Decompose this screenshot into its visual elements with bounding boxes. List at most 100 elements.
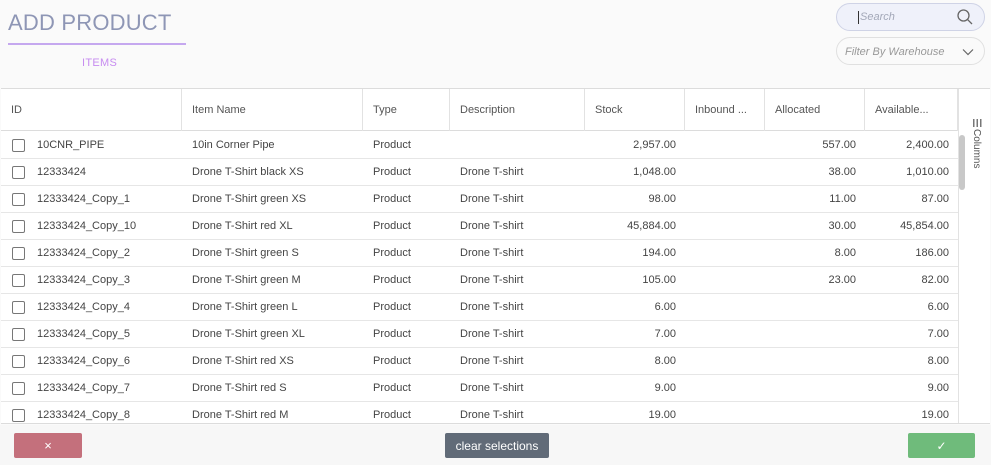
cell-description: Drone T-shirt bbox=[460, 409, 524, 421]
cell-type: Product bbox=[373, 247, 411, 259]
search-icon[interactable] bbox=[956, 8, 974, 26]
row-checkbox[interactable] bbox=[12, 220, 25, 233]
cell-allocated bbox=[765, 294, 865, 321]
row-checkbox[interactable] bbox=[12, 247, 25, 260]
row-checkbox[interactable] bbox=[12, 274, 25, 287]
cell-type: Product bbox=[373, 193, 411, 205]
title-underline bbox=[8, 43, 186, 45]
cell-available: 7.00 bbox=[927, 328, 949, 340]
cell-id: 12333424_Copy_10 bbox=[37, 220, 137, 232]
columns-icon[interactable] bbox=[973, 119, 982, 127]
cell-available: 87.00 bbox=[921, 193, 949, 205]
cell-id: 12333424_Copy_4 bbox=[37, 301, 130, 313]
cell-allocated bbox=[765, 321, 865, 348]
cell-available: 19.00 bbox=[921, 409, 949, 421]
cell-id: 12333424_Copy_8 bbox=[37, 409, 130, 421]
warehouse-filter-select[interactable]: Filter By Warehouse bbox=[836, 37, 985, 65]
cell-description: Drone T-shirt bbox=[460, 328, 524, 340]
cell-stock: 45,884.00 bbox=[627, 220, 676, 232]
cell-type: Product bbox=[373, 139, 411, 151]
table-row[interactable]: 12333424_Copy_3 Drone T-Shirt green M Prod… bbox=[1, 267, 958, 294]
table-row[interactable]: 12333424_Copy_2 Drone T-Shirt green S Prod… bbox=[1, 240, 958, 267]
table-row[interactable]: 12333424_Copy_1 Drone T-Shirt green XS Pro… bbox=[1, 186, 958, 213]
cell-stock: 105.00 bbox=[642, 274, 676, 286]
search-input[interactable] bbox=[857, 8, 957, 26]
row-checkbox[interactable] bbox=[12, 193, 25, 206]
vertical-scrollbar[interactable] bbox=[959, 135, 965, 190]
column-header-id[interactable]: ID bbox=[1, 89, 182, 131]
search-box[interactable] bbox=[836, 3, 985, 31]
page-title: ADD PRODUCT bbox=[8, 10, 172, 35]
cell-stock: 194.00 bbox=[642, 247, 676, 259]
table-row[interactable]: 12333424_Copy_4 Drone T-Shirt green L Prod… bbox=[1, 294, 958, 321]
row-checkbox[interactable] bbox=[12, 301, 25, 314]
cancel-button[interactable]: × bbox=[14, 433, 82, 458]
table-row[interactable]: 10CNR_PIPE 10in Corner Pipe Product 2,957.0… bbox=[1, 132, 958, 159]
table-row[interactable]: 12333424_Copy_10 Drone T-Shirt red XL Prod… bbox=[1, 213, 958, 240]
cell-inbound bbox=[685, 240, 765, 267]
chevron-down-icon[interactable] bbox=[961, 45, 975, 59]
cell-name: Drone T-Shirt red XL bbox=[192, 220, 293, 232]
row-checkbox[interactable] bbox=[12, 166, 25, 179]
cell-type: Product bbox=[373, 328, 411, 340]
cell-description: Drone T-shirt bbox=[460, 193, 524, 205]
row-checkbox[interactable] bbox=[12, 139, 25, 152]
cell-inbound bbox=[685, 213, 765, 240]
cell-description bbox=[460, 132, 585, 159]
table-row[interactable]: 12333424_Copy_6 Drone T-Shirt red XS Produ… bbox=[1, 348, 958, 375]
column-header-available[interactable]: Available... bbox=[865, 89, 958, 131]
column-header-stock[interactable]: Stock bbox=[585, 89, 685, 131]
cell-allocated bbox=[765, 402, 865, 423]
cell-available: 186.00 bbox=[915, 247, 949, 259]
cell-description: Drone T-shirt bbox=[460, 274, 524, 286]
cell-available: 8.00 bbox=[927, 355, 949, 367]
cell-inbound bbox=[685, 132, 765, 159]
cell-id: 12333424_Copy_3 bbox=[37, 274, 130, 286]
cell-name: Drone T-Shirt green XL bbox=[192, 328, 305, 340]
column-header-allocated[interactable]: Allocated bbox=[765, 89, 865, 131]
cell-id: 12333424_Copy_6 bbox=[37, 355, 130, 367]
cell-type: Product bbox=[373, 166, 411, 178]
tab-items[interactable]: ITEMS bbox=[82, 57, 117, 69]
cell-inbound bbox=[685, 348, 765, 375]
cell-allocated: 23.00 bbox=[828, 274, 856, 286]
confirm-button[interactable]: ✓ bbox=[908, 433, 975, 458]
cell-id: 10CNR_PIPE bbox=[37, 139, 105, 151]
column-header-description[interactable]: Description bbox=[450, 89, 585, 131]
column-header-type[interactable]: Type bbox=[363, 89, 450, 131]
cell-inbound bbox=[685, 321, 765, 348]
clear-selections-button[interactable]: clear selections bbox=[445, 433, 549, 458]
column-header-item-name[interactable]: Item Name bbox=[182, 89, 363, 131]
cell-available: 82.00 bbox=[921, 274, 949, 286]
row-checkbox[interactable] bbox=[12, 382, 25, 395]
cell-allocated bbox=[765, 348, 865, 375]
cell-name: Drone T-Shirt red M bbox=[192, 409, 289, 421]
cell-name: 10in Corner Pipe bbox=[192, 139, 275, 151]
cell-allocated: 8.00 bbox=[834, 247, 856, 259]
cell-available: 45,854.00 bbox=[900, 220, 949, 232]
grid-header: ID Item Name Type Description Stock Inbo… bbox=[1, 89, 958, 131]
row-checkbox[interactable] bbox=[12, 409, 25, 422]
columns-panel-label[interactable]: Columns bbox=[970, 129, 982, 168]
cell-inbound bbox=[685, 375, 765, 402]
cell-available: 6.00 bbox=[927, 301, 949, 313]
cell-id: 12333424_Copy_5 bbox=[37, 328, 130, 340]
table-row[interactable]: 12333424_Copy_8 Drone T-Shirt red M Produc… bbox=[1, 402, 958, 423]
row-checkbox[interactable] bbox=[12, 355, 25, 368]
cell-name: Drone T-Shirt green L bbox=[192, 301, 298, 313]
cell-inbound bbox=[685, 186, 765, 213]
cell-name: Drone T-Shirt green S bbox=[192, 247, 299, 259]
table-row[interactable]: 12333424_Copy_7 Drone T-Shirt red S Produc… bbox=[1, 375, 958, 402]
cell-allocated bbox=[765, 375, 865, 402]
cell-type: Product bbox=[373, 301, 411, 313]
table-row[interactable]: 12333424_Copy_5 Drone T-Shirt green XL Pro… bbox=[1, 321, 958, 348]
table-row[interactable]: 12333424 Drone T-Shirt black XS Product Dro… bbox=[1, 159, 958, 186]
cell-allocated: 11.00 bbox=[829, 193, 856, 205]
cell-allocated: 557.00 bbox=[822, 139, 856, 151]
column-header-inbound[interactable]: Inbound ... bbox=[685, 89, 765, 131]
cell-name: Drone T-Shirt black XS bbox=[192, 166, 304, 178]
cell-id: 12333424_Copy_1 bbox=[37, 193, 130, 205]
cell-type: Product bbox=[373, 274, 411, 286]
header: ADD PRODUCT ITEMS Filter By Warehouse bbox=[0, 0, 991, 88]
row-checkbox[interactable] bbox=[12, 328, 25, 341]
